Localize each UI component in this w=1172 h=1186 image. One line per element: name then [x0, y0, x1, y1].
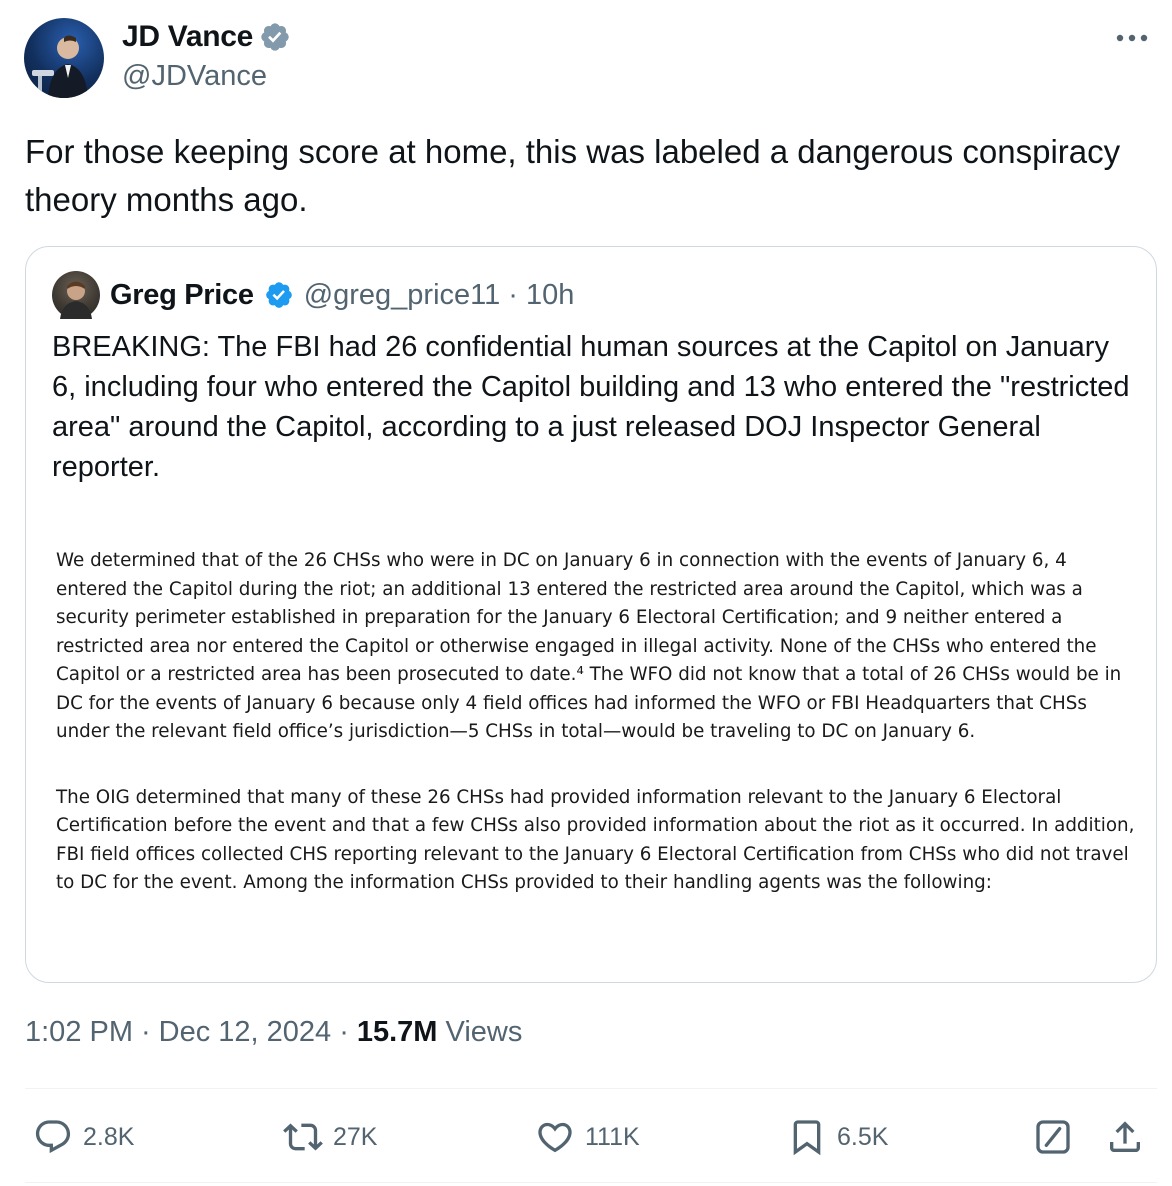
quoted-header: Greg Price @greg_price11 · 10h	[52, 271, 574, 319]
tweet-page: JD Vance @JDVance For those keeping scor…	[0, 0, 1172, 1186]
reply-button[interactable]: 2.8K	[33, 1112, 134, 1162]
repost-button[interactable]: 27K	[283, 1112, 377, 1162]
meta-separator: ·	[141, 1016, 151, 1048]
author-handle[interactable]: @JDVance	[122, 60, 267, 93]
author-name-row[interactable]: JD Vance	[122, 20, 291, 54]
repost-icon	[283, 1123, 323, 1151]
action-bar: 2.8K 27K 111K 6.5K	[25, 1112, 1157, 1162]
views-label: Views	[445, 1016, 523, 1048]
tweet-time[interactable]: 1:02 PM	[25, 1016, 133, 1049]
quoted-age[interactable]: 10h	[526, 279, 574, 312]
quoted-display-name[interactable]: Greg Price	[110, 279, 254, 312]
reply-count: 2.8K	[83, 1122, 135, 1151]
grok-button[interactable]	[1033, 1112, 1073, 1162]
quoted-avatar[interactable]	[52, 271, 100, 319]
document-paragraph: The OIG determined that many of these 26…	[56, 786, 1135, 894]
like-icon	[538, 1122, 572, 1153]
bookmark-count: 6.5K	[837, 1122, 889, 1151]
divider	[25, 1182, 1157, 1183]
more-options-icon[interactable]	[1112, 26, 1152, 50]
quoted-text: BREAKING: The FBI had 26 confidential hu…	[52, 331, 1130, 483]
like-count: 111K	[585, 1122, 640, 1151]
quoted-meta: @greg_price11 · 10h	[304, 279, 575, 312]
quoted-separator: ·	[508, 278, 518, 311]
views-count: 15.7M	[356, 1016, 438, 1048]
quoted-tweet[interactable]: Greg Price @greg_price11 · 10h BREAKING:…	[25, 246, 1157, 983]
bookmark-button[interactable]: 6.5K	[787, 1112, 888, 1162]
document-paragraph: We determined that of the 26 CHSs who we…	[56, 550, 1122, 742]
meta-separator: ·	[339, 1016, 349, 1048]
verified-badge-icon	[261, 23, 289, 51]
quoted-handle[interactable]: @greg_price11	[304, 279, 501, 312]
verified-badge-icon	[265, 282, 292, 308]
reply-icon	[35, 1120, 71, 1154]
tweet-date[interactable]: Dec 12, 2024	[159, 1016, 332, 1049]
repost-count: 27K	[333, 1122, 378, 1151]
tweet-text: For those keeping score at home, this wa…	[25, 133, 1121, 218]
quoted-document-image[interactable]: We determined that of the 26 CHSs who we…	[56, 547, 1136, 935]
like-button[interactable]: 111K	[535, 1112, 640, 1162]
share-button[interactable]	[1105, 1112, 1145, 1162]
author-display-name[interactable]: JD Vance	[122, 20, 253, 54]
author-avatar[interactable]	[24, 18, 104, 98]
grok-icon	[1036, 1120, 1070, 1154]
tweet-timestamp: 1:02 PM · Dec 12, 2024 · 15.7M Views	[25, 1016, 522, 1049]
bookmark-icon	[793, 1120, 821, 1156]
divider	[25, 1088, 1157, 1089]
share-icon	[1110, 1121, 1140, 1152]
